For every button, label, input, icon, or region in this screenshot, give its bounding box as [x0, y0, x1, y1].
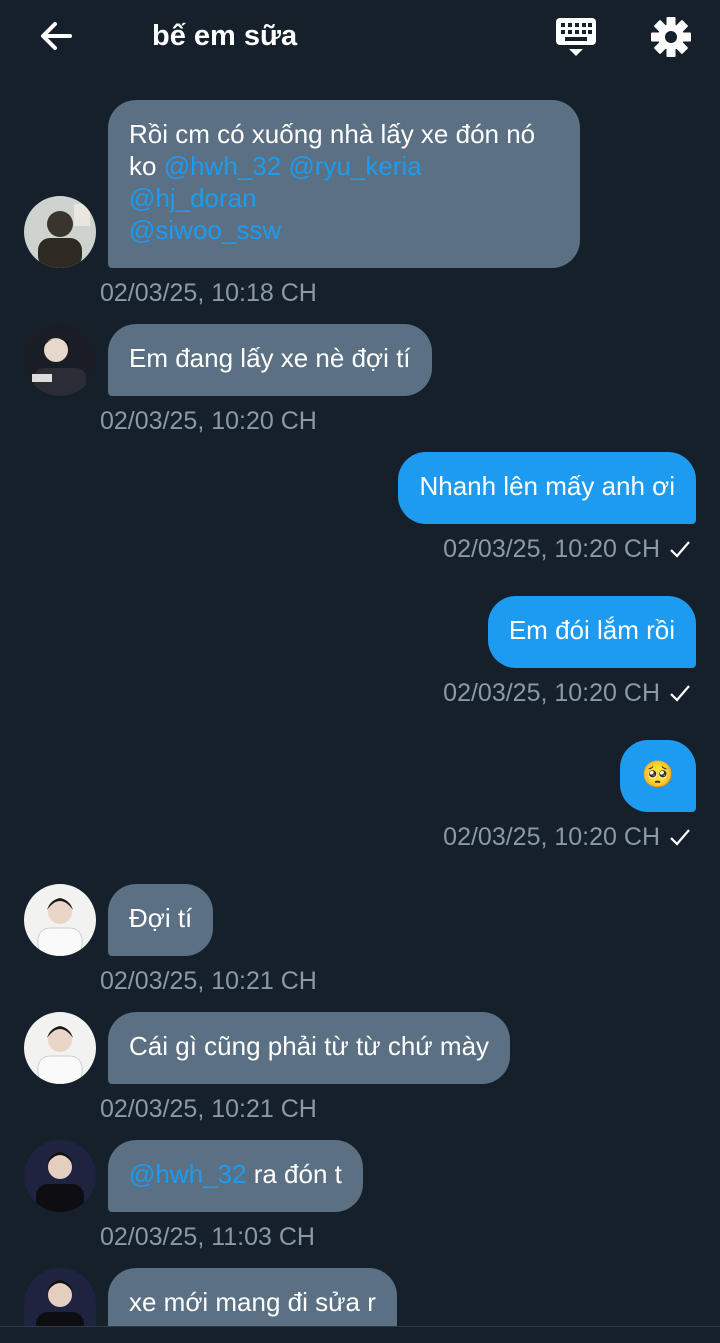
message-timestamp: 02/03/25, 10:20 CH	[443, 679, 660, 707]
arrow-left-icon[interactable]	[36, 16, 76, 56]
message-bubble[interactable]: Đợi tí	[108, 884, 214, 956]
message-text: xe mới mang đi sửa r	[129, 1287, 376, 1317]
header-bar: bế em sữa	[0, 0, 720, 74]
message-timestamp: 02/03/25, 10:20 CH	[100, 407, 317, 435]
message-bubble[interactable]: Rồi cm có xuống nhà lấy xe đón nó ko @hw…	[108, 100, 580, 268]
avatar[interactable]	[24, 1012, 96, 1084]
read-check-icon	[670, 685, 690, 702]
avatar[interactable]	[24, 884, 96, 956]
message-timestamp: 02/03/25, 11:03 CH	[100, 1223, 315, 1251]
emoji-text: 🥺	[641, 760, 675, 790]
mention-link[interactable]: @hwh_32	[129, 1159, 246, 1189]
avatar[interactable]	[24, 1268, 96, 1326]
message-timestamp: 02/03/25, 10:20 CH	[443, 535, 660, 563]
mention-link[interactable]: @siwoo_ssw	[129, 215, 281, 245]
message-bubble[interactable]: xe mới mang đi sửa r	[108, 1268, 397, 1326]
message-timestamp: 02/03/25, 10:21 CH	[100, 1095, 317, 1123]
read-check-icon	[670, 829, 690, 846]
read-check-icon	[670, 541, 690, 558]
message-bubble[interactable]: Cái gì cũng phải từ từ chứ mày	[108, 1012, 511, 1084]
mention-link[interactable]: @hj_doran	[129, 183, 257, 213]
conversation-title: bế em sữa	[152, 20, 298, 52]
message-bubble[interactable]: Em đang lấy xe nè đợi tí	[108, 324, 432, 396]
gear-icon[interactable]	[648, 14, 694, 60]
message-text: Em đói lắm rồi	[508, 615, 675, 645]
message-timestamp: 02/03/25, 10:21 CH	[100, 967, 317, 995]
message-timestamp: 02/03/25, 10:18 CH	[100, 279, 317, 307]
message-text: Nhanh lên mấy anh ơi	[419, 471, 675, 501]
avatar[interactable]	[24, 196, 96, 268]
composer-divider	[0, 1326, 720, 1327]
avatar[interactable]	[24, 324, 96, 396]
keyboard-icon[interactable]	[553, 14, 599, 60]
message-bubble[interactable]: Em đói lắm rồi	[487, 596, 696, 668]
mention-link[interactable]: @ryu_keria	[288, 151, 421, 181]
message-bubble[interactable]: 🥺	[620, 740, 696, 812]
avatar[interactable]	[24, 1140, 96, 1212]
message-text: ra đón t	[246, 1159, 342, 1189]
message-bubble[interactable]: @hwh_32 ra đón t	[108, 1140, 363, 1212]
message-text: Em đang lấy xe nè đợi tí	[129, 343, 411, 373]
message-bubble[interactable]: Nhanh lên mấy anh ơi	[398, 452, 696, 524]
mention-link[interactable]: @hwh_32	[164, 151, 281, 181]
message-text: Cái gì cũng phải từ từ chứ mày	[129, 1031, 490, 1061]
message-timestamp: 02/03/25, 10:20 CH	[443, 823, 660, 851]
message-text: Đợi tí	[129, 903, 193, 933]
